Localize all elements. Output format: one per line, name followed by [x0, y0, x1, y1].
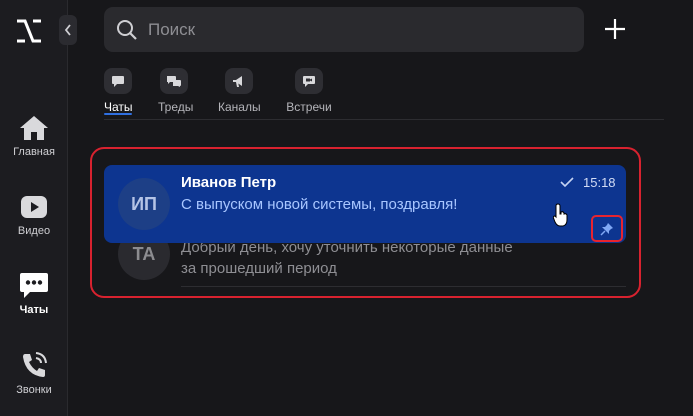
chat-icon [20, 273, 48, 298]
add-chat-button[interactable] [603, 17, 627, 41]
threads-icon [160, 68, 188, 94]
rail-item-home[interactable]: Главная [0, 114, 68, 158]
main-panel: Поиск Чаты Треды Каналы Встречи ТА Добры… [68, 0, 693, 416]
tab-meetings[interactable]: Встречи [286, 68, 332, 114]
rail-item-calls[interactable]: Звонки [0, 350, 68, 396]
chat-bubble-icon [104, 68, 132, 94]
megaphone-icon [225, 68, 253, 94]
tab-label: Каналы [218, 100, 261, 114]
tab-channels[interactable]: Каналы [218, 68, 261, 114]
search-icon [117, 19, 137, 40]
side-rail: Главная Видео Чаты Звонки [0, 0, 68, 416]
tab-label: Чаты [104, 100, 133, 114]
meeting-icon [295, 68, 323, 94]
home-icon [20, 116, 48, 140]
rail-item-video[interactable]: Видео [0, 193, 68, 237]
tab-label: Встречи [286, 100, 332, 114]
tab-threads[interactable]: Треды [158, 68, 194, 114]
rail-item-label: Видео [17, 225, 51, 237]
messenger-app: Главная Видео Чаты Звонки Поиск Чаты Тре… [0, 0, 693, 416]
tab-label: Треды [158, 100, 194, 114]
search-placeholder: Поиск [148, 19, 196, 39]
tab-chats[interactable]: Чаты [104, 68, 133, 115]
video-icon [21, 196, 47, 218]
hand-cursor-icon [553, 203, 568, 227]
rail-item-label: Чаты [19, 304, 49, 316]
search-input[interactable]: Поиск [104, 7, 584, 52]
rail-item-chats[interactable]: Чаты [0, 270, 68, 316]
phone-icon [23, 352, 47, 377]
rail-item-label: Главная [13, 146, 55, 158]
tab-bar: Чаты Треды Каналы Встречи [104, 68, 664, 120]
logo-icon [17, 19, 41, 43]
active-tab-indicator [104, 113, 132, 115]
rail-item-label: Звонки [16, 384, 52, 396]
